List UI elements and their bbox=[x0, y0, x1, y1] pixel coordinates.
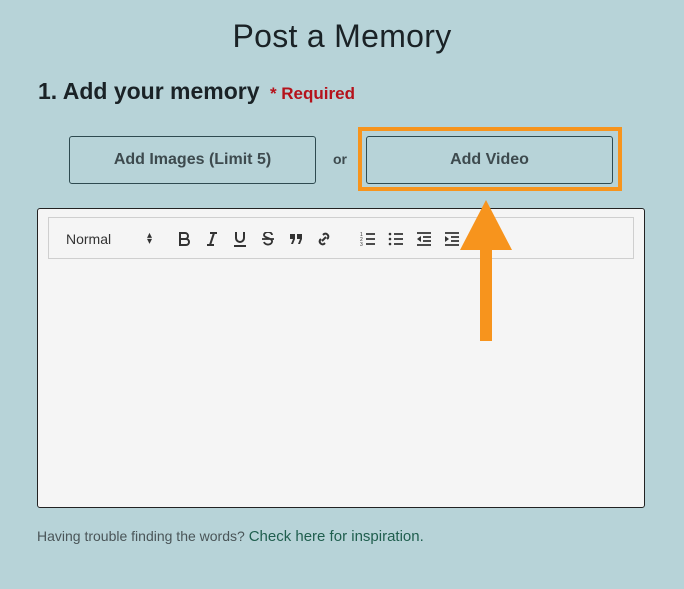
page-title: Post a Memory bbox=[232, 18, 452, 54]
outdent-icon[interactable] bbox=[414, 229, 434, 249]
bold-icon[interactable] bbox=[174, 229, 194, 249]
add-images-button[interactable]: Add Images (Limit 5) bbox=[69, 136, 316, 184]
italic-icon[interactable] bbox=[202, 229, 222, 249]
required-label: * Required bbox=[269, 84, 355, 103]
editor-toolbar: Normal ▴ ▾ 123 bbox=[48, 217, 634, 259]
help-prompt: Having trouble finding the words? bbox=[37, 528, 245, 544]
strikethrough-icon[interactable] bbox=[258, 229, 278, 249]
format-select[interactable]: Normal ▴ ▾ bbox=[66, 230, 152, 248]
format-select-value: Normal bbox=[66, 231, 112, 247]
help-text: Having trouble finding the words? Check … bbox=[37, 528, 424, 545]
bullet-list-icon[interactable] bbox=[386, 229, 406, 249]
underline-icon[interactable] bbox=[230, 229, 250, 249]
or-separator: or bbox=[333, 151, 347, 167]
ordered-list-icon[interactable]: 123 bbox=[358, 229, 378, 249]
editor-text-area[interactable] bbox=[48, 261, 634, 501]
section-heading-text: 1. Add your memory bbox=[38, 78, 260, 104]
blockquote-icon[interactable] bbox=[286, 229, 306, 249]
link-icon[interactable] bbox=[314, 229, 334, 249]
indent-icon[interactable] bbox=[442, 229, 462, 249]
select-arrows-icon: ▴ ▾ bbox=[146, 230, 152, 247]
svg-text:3: 3 bbox=[360, 242, 363, 246]
section-heading: 1. Add your memory * Required bbox=[38, 78, 355, 105]
rich-text-editor: Normal ▴ ▾ 123 bbox=[37, 208, 645, 508]
inspiration-link[interactable]: Check here for inspiration. bbox=[249, 528, 424, 545]
add-video-button[interactable]: Add Video bbox=[366, 136, 613, 184]
